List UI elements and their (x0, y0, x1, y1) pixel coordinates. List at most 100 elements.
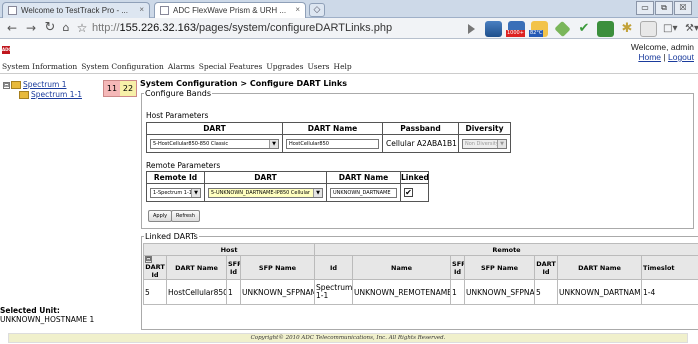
table-cell: UNKNOWN_SFPNAME (464, 279, 536, 305)
host-dart-name-input[interactable]: HostCellular850 (286, 138, 379, 149)
table-row[interactable]: 5 HostCellular850 1 UNKNOWN_SFPNAME Spec… (143, 279, 698, 305)
table-cell: UNKNOWN_REMOTENAME (352, 279, 452, 305)
chevron-down-icon: ▼ (497, 139, 506, 148)
linked-remote-id-header: Id (314, 255, 354, 280)
remote-id-header: Remote Id (146, 171, 205, 184)
page-title: System Configuration > Configure DART Li… (140, 79, 347, 88)
menu-help[interactable]: Help (334, 62, 352, 71)
linked-host-dart-id-header: ⊟ DART Id (143, 255, 167, 280)
menu-alarms[interactable]: Alarms (168, 62, 195, 71)
temperature-badge: 82°C (529, 29, 544, 37)
host-diversity-header: Diversity (458, 122, 511, 135)
menu-upgrades[interactable]: Upgrades (266, 62, 303, 71)
remote-linked-header: Linked (400, 171, 429, 184)
configure-bands-legend: Configure Bands (145, 89, 212, 98)
browser-tab-bar: Welcome to TestTrack Pro - ... × ADC Fle… (0, 0, 698, 18)
table-cell: 5 (143, 279, 167, 305)
linked-remote-dart-name-header: DART Name (557, 255, 643, 280)
chevron-down-icon: ▼ (313, 188, 322, 197)
collapse-icon[interactable]: ⊟ (145, 256, 152, 263)
close-tab-icon[interactable]: × (295, 5, 300, 14)
home-icon[interactable]: ⌂ (58, 20, 74, 36)
selected-unit-value: UNKNOWN_HOSTNAME 1 (0, 315, 95, 324)
collapse-icon[interactable]: ⊟ (3, 81, 10, 89)
table-cell: 1 (450, 279, 466, 305)
table-cell: UNKNOWN_DARTNAME (557, 279, 643, 305)
minimize-button[interactable]: ▭ (636, 1, 654, 15)
tree-link-spectrum-1[interactable]: Spectrum 1 (23, 80, 67, 89)
remote-dart-header: DART (204, 171, 327, 184)
gmail-icon[interactable] (640, 20, 657, 37)
monitor-extension-icon[interactable] (485, 20, 502, 37)
linked-host-sfp-name-header: SFP Name (239, 255, 316, 280)
extension-icons: 1000+ 82°C ✔ ✱ □▾ ⚒▾ (468, 20, 698, 37)
tree-link-spectrum-1-1[interactable]: Spectrum 1-1 (31, 90, 82, 99)
url-path: /pages/system/configureDARTLinks.php (196, 22, 393, 34)
menu-system-information[interactable]: System Information (2, 62, 77, 71)
menu-special-features[interactable]: Special Features (199, 62, 263, 71)
maximize-button[interactable]: ⧉ (655, 1, 673, 15)
diamond-extension-icon[interactable] (554, 20, 571, 37)
url-scheme: http:// (92, 22, 120, 34)
remote-parameters-table: Remote Id DART DART Name Linked 1-Spectr… (146, 171, 429, 202)
linked-darts-table: Host Remote ⊟DART Id DART Name SFP Id SF… (142, 243, 698, 305)
page-icon (8, 6, 17, 15)
main-menu: System Information System Configuration … (2, 62, 352, 71)
tree-item-spectrum-1-1: Spectrum 1-1 (19, 90, 82, 99)
host-diversity-select[interactable]: Non Diversity ▼ (462, 138, 507, 149)
linked-remote-sfp-name-header: SFP Name (464, 255, 536, 280)
play-icon[interactable] (468, 23, 475, 34)
linked-host-dart-name-header: DART Name (166, 255, 227, 280)
page-menu-icon[interactable]: □▾ (663, 23, 679, 34)
tab-label: ADC FlexWave Prism & URH ... (173, 6, 287, 15)
menu-system-configuration[interactable]: System Configuration (81, 62, 164, 71)
warning-alarm-count[interactable]: 22 (120, 81, 136, 96)
host-passband-value: Cellular A2ABA1B1 (382, 134, 459, 153)
checkmark-icon[interactable]: ✔ (577, 21, 591, 36)
address-bar[interactable]: http://155.226.32.163/pages/system/confi… (92, 19, 464, 37)
linked-remote-dart-id-header: DART Id (534, 255, 559, 280)
browser-tab-adc[interactable]: ADC FlexWave Prism & URH ... × (154, 2, 306, 18)
menu-users[interactable]: Users (307, 62, 329, 71)
critical-alarm-count[interactable]: 11 (104, 81, 120, 96)
page-icon (160, 6, 169, 15)
app-header: ADC Welcome, admin Home | Logout System … (0, 39, 698, 74)
host-dart-name-header: DART Name (282, 122, 383, 135)
linked-timeslot-header: Timeslot (641, 255, 698, 280)
wrench-icon[interactable]: ⚒▾ (685, 23, 698, 34)
link-separator: | (663, 52, 666, 62)
forward-icon[interactable]: → (23, 20, 39, 36)
puzzle-extension-icon[interactable]: ✱ (620, 21, 634, 36)
selected-unit-label: Selected Unit: (0, 306, 60, 315)
close-window-button[interactable]: ☒ (674, 1, 692, 15)
green-extension-icon[interactable] (597, 20, 614, 37)
browser-toolbar: ← → ↻ ⌂ ☆ http://155.226.32.163/pages/sy… (0, 18, 698, 39)
host-parameters-title: Host Parameters (146, 111, 209, 120)
host-group-header: Host (142, 243, 316, 256)
linked-remote-name-header: Name (352, 255, 452, 280)
browser-tab-testtrack[interactable]: Welcome to TestTrack Pro - ... × (2, 2, 150, 18)
logout-link[interactable]: Logout (668, 52, 694, 62)
host-dart-select[interactable]: 5-HostCellular850-850 Classic ▼ (150, 138, 279, 149)
chevron-down-icon: ▼ (269, 139, 278, 148)
new-tab-button[interactable]: ◇ (309, 3, 325, 17)
remote-dart-select[interactable]: 5-UNKNOWN_DARTNAME-IP850 Cellular ▼ (208, 187, 323, 198)
weather-extension-icon[interactable]: 82°C (529, 20, 548, 37)
remote-id-select[interactable]: 1-Spectrum 1-1 ▼ (150, 187, 201, 198)
mail-extension-icon[interactable]: 1000+ (506, 20, 525, 37)
remote-dart-name-input[interactable]: UNKNOWN_DARTNAME (330, 187, 397, 198)
host-parameters-table: DART DART Name Passband Diversity 5-Host… (146, 122, 511, 153)
unit-icon (19, 91, 29, 99)
remote-parameters-title: Remote Parameters (146, 161, 221, 170)
back-icon[interactable]: ← (4, 20, 20, 36)
star-icon[interactable]: ☆ (74, 20, 90, 36)
home-link[interactable]: Home (638, 52, 661, 62)
linked-checkbox[interactable]: ✔ (404, 188, 413, 197)
linked-remote-sfp-id-header: SFP Id (450, 255, 466, 280)
close-tab-icon[interactable]: × (139, 5, 144, 14)
refresh-button[interactable]: Refresh (171, 210, 200, 222)
table-cell: Spectrum 1-1 (314, 279, 354, 305)
tab-label: Welcome to TestTrack Pro - ... (21, 6, 128, 15)
refresh-icon[interactable]: ↻ (42, 20, 58, 36)
apply-button[interactable]: Apply (148, 210, 173, 222)
